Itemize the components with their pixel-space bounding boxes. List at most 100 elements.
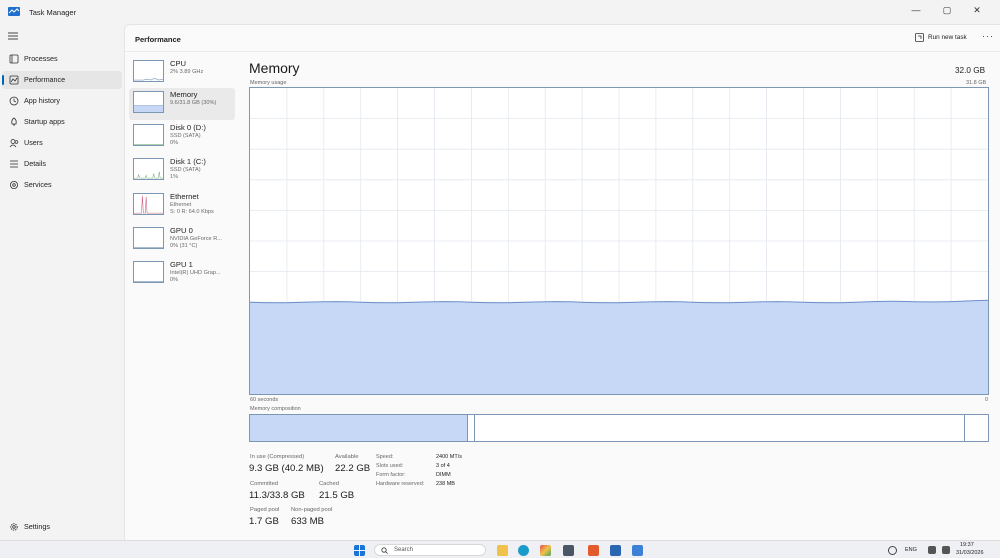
form-factor-key: Form factor: xyxy=(376,472,406,478)
close-button[interactable]: ✕ xyxy=(963,2,991,18)
hamburger-menu-icon[interactable] xyxy=(8,32,18,40)
hardware-reserved-value: 238 MB xyxy=(436,481,455,487)
resource-item-ethernet[interactable]: Ethernet Ethernet S: 0 R: 64.0 Kbps xyxy=(129,190,235,222)
in-use-label: In use (Compressed) xyxy=(250,454,305,460)
resource-item-disk-0[interactable]: Disk 0 (D:) SSD (SATA) 0% xyxy=(129,121,235,153)
resource-name: Disk 0 (D:) xyxy=(170,123,206,132)
colorful-app-icon[interactable] xyxy=(540,545,551,556)
run-new-task-label: Run new task xyxy=(928,34,967,41)
resource-detail: SSD (SATA) xyxy=(170,167,201,173)
clock-time[interactable]: 19:37 xyxy=(960,542,974,548)
resource-name: GPU 1 xyxy=(170,260,193,269)
tray-overflow-icon[interactable] xyxy=(888,546,897,555)
memory-composition-bar xyxy=(249,414,989,442)
minimize-button[interactable]: — xyxy=(902,2,930,18)
resource-item-disk-1[interactable]: Disk 1 (C:) SSD (SATA) 1% xyxy=(129,155,235,187)
sidebar-item-label: Details xyxy=(24,159,46,168)
sidebar-item-label: Services xyxy=(24,180,52,189)
sidebar-item-label: App history xyxy=(24,96,60,105)
resource-detail: 9.6/31.8 GB (30%) xyxy=(170,100,217,106)
gpu-1-thumbnail-graph xyxy=(133,261,164,283)
sidebar-item-details[interactable]: Details xyxy=(2,155,122,173)
sidebar-nav: Processes Performance App history Startu… xyxy=(0,24,124,540)
resource-detail: Ethernet xyxy=(170,202,192,208)
form-factor-value: DIMM xyxy=(436,472,451,478)
brave-browser-icon[interactable] xyxy=(588,545,599,556)
sidebar-item-processes[interactable]: Processes xyxy=(2,50,122,68)
task-manager-taskbar-icon[interactable] xyxy=(610,545,621,556)
available-label: Available xyxy=(335,454,359,460)
resource-item-gpu-1[interactable]: GPU 1 Intel(R) UHD Grap... 0% xyxy=(129,258,235,290)
graph-time-end: 0 xyxy=(985,397,989,403)
committed-value: 11.3/33.8 GB xyxy=(249,490,305,501)
title-bar: Task Manager — ▢ ✕ xyxy=(0,0,1000,24)
taskbar: Search ENG 19:37 31/03/2026 xyxy=(0,540,1000,558)
memory-usage-max: 31.8 GB xyxy=(966,80,987,86)
main-content: Performance Run new task ··· CPU 2% 3.89… xyxy=(124,24,1000,540)
sidebar-item-startup-apps[interactable]: Startup apps xyxy=(2,113,122,131)
sidebar-item-label: Users xyxy=(24,138,43,147)
sidebar-item-users[interactable]: Users xyxy=(2,134,122,152)
wifi-icon[interactable] xyxy=(928,546,936,554)
sidebar-item-label: Performance xyxy=(24,75,66,84)
resource-item-memory[interactable]: Memory 9.6/31.8 GB (30%) xyxy=(129,88,235,120)
resource-detail: 0% xyxy=(170,140,179,146)
resource-detail: S: 0 R: 64.0 Kbps xyxy=(170,209,214,215)
file-explorer-icon[interactable] xyxy=(497,545,508,556)
pinned-app-icon[interactable] xyxy=(632,545,643,556)
cached-value: 21.5 GB xyxy=(319,490,355,501)
sidebar-item-services[interactable]: Services xyxy=(2,176,122,194)
available-value: 22.2 GB xyxy=(335,463,371,474)
more-options-button[interactable]: ··· xyxy=(982,31,994,41)
graph-time-span: 60 seconds xyxy=(250,397,279,403)
start-button-icon[interactable] xyxy=(354,545,365,556)
cpu-thumbnail-graph xyxy=(133,60,164,82)
memory-usage-area xyxy=(250,300,988,394)
settings-label: Settings xyxy=(24,522,50,531)
speed-key: Speed: xyxy=(376,454,394,460)
active-indicator xyxy=(2,75,4,85)
resource-name: Disk 1 (C:) xyxy=(170,157,206,166)
volume-icon[interactable] xyxy=(942,546,950,554)
language-indicator[interactable]: ENG xyxy=(905,547,917,553)
taskbar-search[interactable]: Search xyxy=(374,544,486,556)
composition-standby-end xyxy=(964,415,966,441)
edge-browser-icon[interactable] xyxy=(518,545,529,556)
sidebar-item-settings[interactable]: Settings xyxy=(2,518,122,536)
resource-detail: 1% xyxy=(170,174,179,180)
resource-name: Memory xyxy=(170,90,198,99)
resource-detail: SSD (SATA) xyxy=(170,133,201,139)
app-history-icon xyxy=(9,96,19,106)
non-paged-pool-label: Non-paged pool xyxy=(291,507,333,513)
composition-modified xyxy=(468,415,475,441)
in-use-value: 9.3 GB (40.2 MB) xyxy=(249,463,324,474)
sidebar-item-app-history[interactable]: App history xyxy=(2,92,122,110)
resource-name: Ethernet xyxy=(170,192,199,201)
maximize-button[interactable]: ▢ xyxy=(933,2,961,18)
search-icon xyxy=(381,547,388,554)
memory-total: 32.0 GB xyxy=(955,66,986,75)
details-icon xyxy=(10,160,18,168)
non-paged-pool-value: 633 MB xyxy=(291,516,325,527)
resource-item-gpu-0[interactable]: GPU 0 NVIDIA GeForce R... 0% (31 °C) xyxy=(129,224,235,256)
hardware-reserved-key: Hardware reserved: xyxy=(376,481,425,487)
committed-label: Committed xyxy=(250,481,279,487)
services-icon xyxy=(10,181,18,189)
resource-detail: 2% 3.89 GHz xyxy=(170,69,204,75)
content-header: Performance Run new task ··· xyxy=(125,25,1000,52)
gpu-0-thumbnail-graph xyxy=(133,227,164,249)
slots-used-value: 3 of 4 xyxy=(436,463,450,469)
run-new-task-button[interactable]: Run new task xyxy=(915,33,967,42)
page-title: Performance xyxy=(135,35,181,44)
sidebar-item-label: Processes xyxy=(24,54,58,63)
paged-pool-label: Paged pool xyxy=(250,507,280,513)
resource-item-cpu[interactable]: CPU 2% 3.89 GHz xyxy=(129,57,235,89)
sidebar-item-performance[interactable]: Performance xyxy=(2,71,122,89)
composition-in-use xyxy=(250,415,468,441)
users-icon xyxy=(9,139,19,148)
store-icon[interactable] xyxy=(563,545,574,556)
clock-date[interactable]: 31/03/2026 xyxy=(956,550,984,556)
resource-detail: Intel(R) UHD Grap... xyxy=(170,270,221,276)
resource-detail: NVIDIA GeForce R... xyxy=(170,236,222,242)
task-manager-icon xyxy=(8,7,20,16)
